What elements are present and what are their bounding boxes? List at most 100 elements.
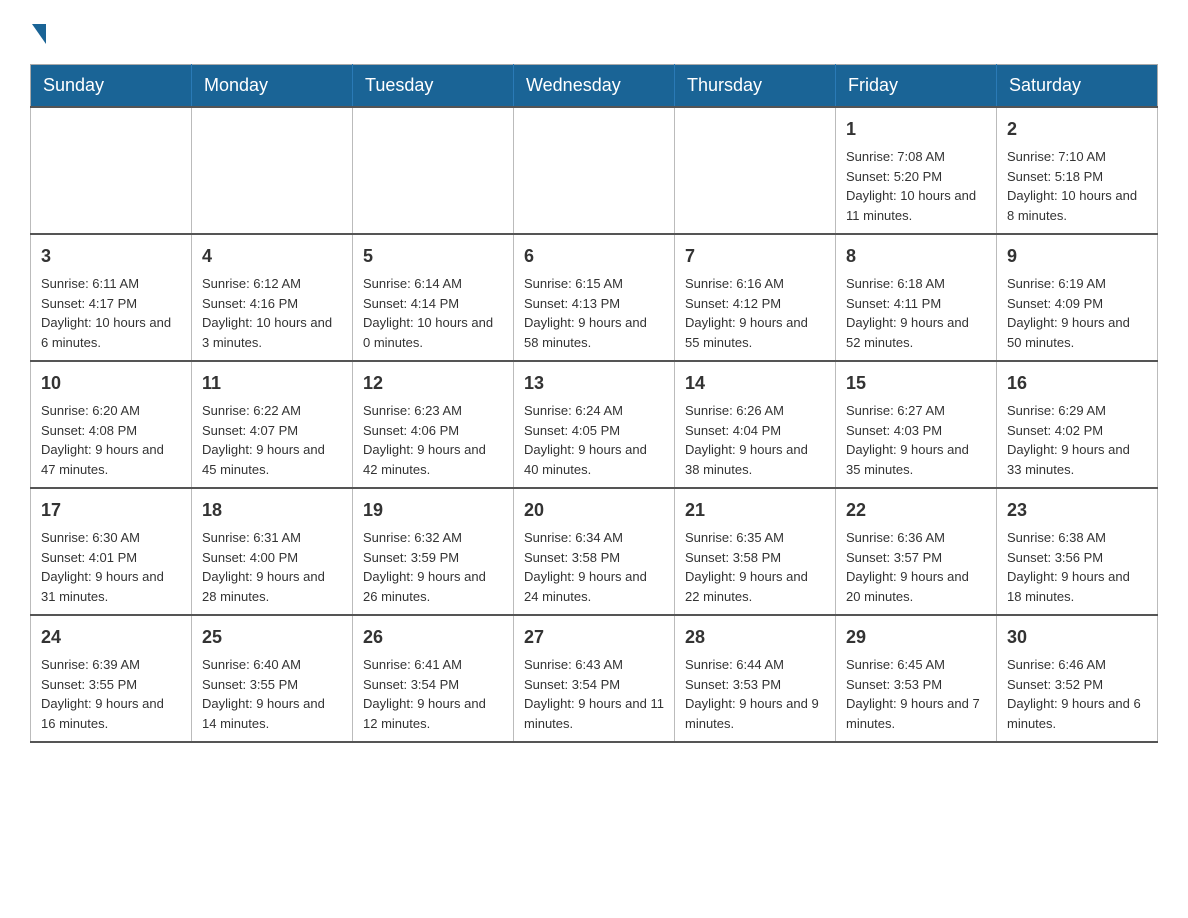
day-info: Sunrise: 6:45 AM Sunset: 3:53 PM Dayligh…	[846, 655, 986, 733]
calendar-cell: 10 Sunrise: 6:20 AM Sunset: 4:08 PM Dayli…	[31, 361, 192, 488]
calendar-table: SundayMondayTuesdayWednesdayThursdayFrid…	[30, 64, 1158, 743]
calendar-cell: 12 Sunrise: 6:23 AM Sunset: 4:06 PM Dayli…	[353, 361, 514, 488]
calendar-cell: 25 Sunrise: 6:40 AM Sunset: 3:55 PM Dayli…	[192, 615, 353, 742]
day-number: 24	[41, 624, 181, 651]
day-number: 3	[41, 243, 181, 270]
day-info: Sunrise: 7:10 AM Sunset: 5:18 PM Dayligh…	[1007, 147, 1147, 225]
day-number: 28	[685, 624, 825, 651]
day-info: Sunrise: 6:27 AM Sunset: 4:03 PM Dayligh…	[846, 401, 986, 479]
calendar-cell: 2 Sunrise: 7:10 AM Sunset: 5:18 PM Daylig…	[997, 107, 1158, 234]
day-info: Sunrise: 6:12 AM Sunset: 4:16 PM Dayligh…	[202, 274, 342, 352]
day-info: Sunrise: 6:35 AM Sunset: 3:58 PM Dayligh…	[685, 528, 825, 606]
calendar-cell: 28 Sunrise: 6:44 AM Sunset: 3:53 PM Dayli…	[675, 615, 836, 742]
calendar-cell: 29 Sunrise: 6:45 AM Sunset: 3:53 PM Dayli…	[836, 615, 997, 742]
calendar-cell: 3 Sunrise: 6:11 AM Sunset: 4:17 PM Daylig…	[31, 234, 192, 361]
weekday-header-friday: Friday	[836, 65, 997, 108]
day-info: Sunrise: 6:39 AM Sunset: 3:55 PM Dayligh…	[41, 655, 181, 733]
calendar-week-row: 1 Sunrise: 7:08 AM Sunset: 5:20 PM Daylig…	[31, 107, 1158, 234]
calendar-cell	[31, 107, 192, 234]
day-number: 6	[524, 243, 664, 270]
day-number: 14	[685, 370, 825, 397]
day-number: 5	[363, 243, 503, 270]
calendar-cell: 21 Sunrise: 6:35 AM Sunset: 3:58 PM Dayli…	[675, 488, 836, 615]
day-info: Sunrise: 6:20 AM Sunset: 4:08 PM Dayligh…	[41, 401, 181, 479]
calendar-cell: 22 Sunrise: 6:36 AM Sunset: 3:57 PM Dayli…	[836, 488, 997, 615]
logo	[30, 20, 46, 44]
day-info: Sunrise: 6:19 AM Sunset: 4:09 PM Dayligh…	[1007, 274, 1147, 352]
day-info: Sunrise: 6:11 AM Sunset: 4:17 PM Dayligh…	[41, 274, 181, 352]
calendar-cell: 1 Sunrise: 7:08 AM Sunset: 5:20 PM Daylig…	[836, 107, 997, 234]
page-header	[30, 20, 1158, 44]
calendar-cell: 19 Sunrise: 6:32 AM Sunset: 3:59 PM Dayli…	[353, 488, 514, 615]
calendar-cell: 11 Sunrise: 6:22 AM Sunset: 4:07 PM Dayli…	[192, 361, 353, 488]
day-number: 18	[202, 497, 342, 524]
calendar-cell	[675, 107, 836, 234]
calendar-week-row: 10 Sunrise: 6:20 AM Sunset: 4:08 PM Dayli…	[31, 361, 1158, 488]
day-number: 25	[202, 624, 342, 651]
calendar-week-row: 17 Sunrise: 6:30 AM Sunset: 4:01 PM Dayli…	[31, 488, 1158, 615]
day-info: Sunrise: 6:44 AM Sunset: 3:53 PM Dayligh…	[685, 655, 825, 733]
day-number: 11	[202, 370, 342, 397]
day-number: 30	[1007, 624, 1147, 651]
day-info: Sunrise: 6:34 AM Sunset: 3:58 PM Dayligh…	[524, 528, 664, 606]
calendar-cell: 30 Sunrise: 6:46 AM Sunset: 3:52 PM Dayli…	[997, 615, 1158, 742]
weekday-header-monday: Monday	[192, 65, 353, 108]
day-number: 17	[41, 497, 181, 524]
day-number: 2	[1007, 116, 1147, 143]
day-number: 13	[524, 370, 664, 397]
calendar-cell: 17 Sunrise: 6:30 AM Sunset: 4:01 PM Dayli…	[31, 488, 192, 615]
calendar-cell: 16 Sunrise: 6:29 AM Sunset: 4:02 PM Dayli…	[997, 361, 1158, 488]
day-number: 29	[846, 624, 986, 651]
day-info: Sunrise: 7:08 AM Sunset: 5:20 PM Dayligh…	[846, 147, 986, 225]
weekday-header-sunday: Sunday	[31, 65, 192, 108]
day-number: 21	[685, 497, 825, 524]
day-number: 1	[846, 116, 986, 143]
day-info: Sunrise: 6:23 AM Sunset: 4:06 PM Dayligh…	[363, 401, 503, 479]
day-number: 20	[524, 497, 664, 524]
day-number: 12	[363, 370, 503, 397]
weekday-header-wednesday: Wednesday	[514, 65, 675, 108]
day-number: 19	[363, 497, 503, 524]
day-number: 4	[202, 243, 342, 270]
day-number: 27	[524, 624, 664, 651]
calendar-cell: 15Sunrise: 6:27 AM Sunset: 4:03 PM Dayli…	[836, 361, 997, 488]
day-number: 16	[1007, 370, 1147, 397]
day-info: Sunrise: 6:29 AM Sunset: 4:02 PM Dayligh…	[1007, 401, 1147, 479]
calendar-cell: 26 Sunrise: 6:41 AM Sunset: 3:54 PM Dayli…	[353, 615, 514, 742]
calendar-cell: 23 Sunrise: 6:38 AM Sunset: 3:56 PM Dayli…	[997, 488, 1158, 615]
calendar-cell: 14 Sunrise: 6:26 AM Sunset: 4:04 PM Dayli…	[675, 361, 836, 488]
day-info: Sunrise: 6:32 AM Sunset: 3:59 PM Dayligh…	[363, 528, 503, 606]
day-info: Sunrise: 6:46 AM Sunset: 3:52 PM Dayligh…	[1007, 655, 1147, 733]
day-number: 9	[1007, 243, 1147, 270]
day-info: Sunrise: 6:38 AM Sunset: 3:56 PM Dayligh…	[1007, 528, 1147, 606]
calendar-cell: 6Sunrise: 6:15 AM Sunset: 4:13 PM Daylig…	[514, 234, 675, 361]
calendar-cell: 9 Sunrise: 6:19 AM Sunset: 4:09 PM Daylig…	[997, 234, 1158, 361]
day-number: 26	[363, 624, 503, 651]
day-number: 22	[846, 497, 986, 524]
weekday-header-row: SundayMondayTuesdayWednesdayThursdayFrid…	[31, 65, 1158, 108]
day-info: Sunrise: 6:41 AM Sunset: 3:54 PM Dayligh…	[363, 655, 503, 733]
day-info: Sunrise: 6:22 AM Sunset: 4:07 PM Dayligh…	[202, 401, 342, 479]
day-number: 23	[1007, 497, 1147, 524]
logo-triangle-icon	[32, 24, 46, 44]
calendar-week-row: 24 Sunrise: 6:39 AM Sunset: 3:55 PM Dayli…	[31, 615, 1158, 742]
calendar-week-row: 3 Sunrise: 6:11 AM Sunset: 4:17 PM Daylig…	[31, 234, 1158, 361]
day-info: Sunrise: 6:18 AM Sunset: 4:11 PM Dayligh…	[846, 274, 986, 352]
day-info: Sunrise: 6:16 AM Sunset: 4:12 PM Dayligh…	[685, 274, 825, 352]
day-number: 7	[685, 243, 825, 270]
day-info: Sunrise: 6:43 AM Sunset: 3:54 PM Dayligh…	[524, 655, 664, 733]
weekday-header-tuesday: Tuesday	[353, 65, 514, 108]
weekday-header-saturday: Saturday	[997, 65, 1158, 108]
day-info: Sunrise: 6:26 AM Sunset: 4:04 PM Dayligh…	[685, 401, 825, 479]
day-info: Sunrise: 6:30 AM Sunset: 4:01 PM Dayligh…	[41, 528, 181, 606]
day-number: 8	[846, 243, 986, 270]
day-info: Sunrise: 6:40 AM Sunset: 3:55 PM Dayligh…	[202, 655, 342, 733]
day-info: Sunrise: 6:36 AM Sunset: 3:57 PM Dayligh…	[846, 528, 986, 606]
day-number: 10	[41, 370, 181, 397]
day-info: Sunrise: 6:31 AM Sunset: 4:00 PM Dayligh…	[202, 528, 342, 606]
calendar-cell: 18 Sunrise: 6:31 AM Sunset: 4:00 PM Dayli…	[192, 488, 353, 615]
day-info: Sunrise: 6:24 AM Sunset: 4:05 PM Dayligh…	[524, 401, 664, 479]
calendar-cell: 8 Sunrise: 6:18 AM Sunset: 4:11 PM Daylig…	[836, 234, 997, 361]
weekday-header-thursday: Thursday	[675, 65, 836, 108]
calendar-cell: 13 Sunrise: 6:24 AM Sunset: 4:05 PM Dayli…	[514, 361, 675, 488]
